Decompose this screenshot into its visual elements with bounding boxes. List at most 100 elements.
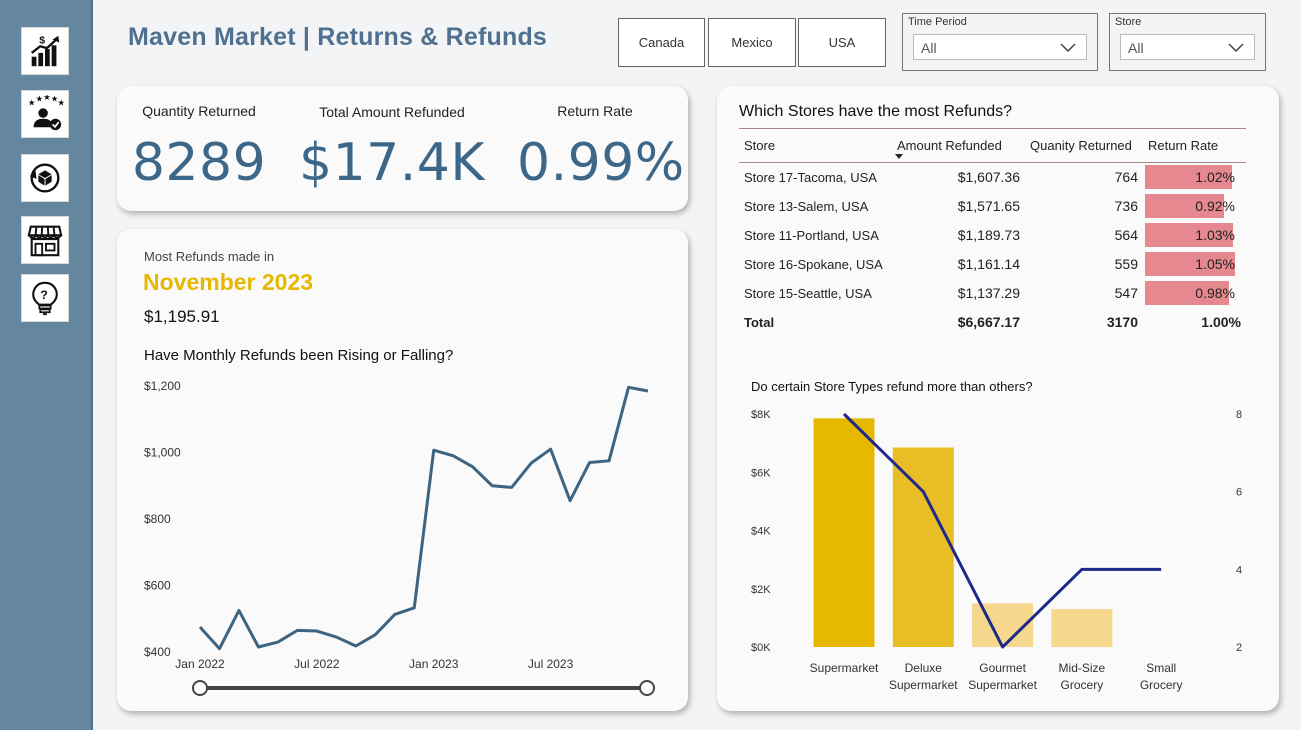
x-tick-label: Grocery bbox=[1140, 678, 1183, 692]
store-dropdown[interactable]: All bbox=[1120, 34, 1255, 60]
stores-card: Which Stores have the most Refunds? Stor… bbox=[717, 86, 1279, 711]
rate-value: 1.03% bbox=[1195, 227, 1235, 243]
chevron-down-icon bbox=[1060, 43, 1076, 53]
kpi-return-rate: Return Rate 0.99% bbox=[517, 103, 685, 193]
kpi-value: 0.99% bbox=[517, 133, 685, 193]
kpi-value: $17.4K bbox=[299, 133, 485, 193]
x-tick-label: Grocery bbox=[1061, 678, 1104, 692]
time-period-slicer: Time Period All bbox=[902, 13, 1098, 71]
table-row[interactable]: Store 11-Portland, USA $1,189.73 564 1.0… bbox=[739, 221, 1246, 250]
kpi-total-refunded: Total Amount Refunded $17.4K bbox=[297, 104, 487, 193]
column-header-label: Amount Refunded bbox=[897, 138, 1002, 153]
cell-rate: 1.03% bbox=[1143, 221, 1246, 250]
rate-bar: 1.05% bbox=[1145, 252, 1235, 276]
x-tick-label: Small bbox=[1146, 661, 1176, 675]
cell-rate: 1.05% bbox=[1143, 250, 1246, 279]
cell-amount: $1,137.29 bbox=[957, 285, 1020, 301]
line-series bbox=[842, 412, 1162, 649]
kpi-quantity-returned: Quantity Returned 8289 bbox=[125, 103, 273, 193]
x-tick-label: Deluxe bbox=[905, 661, 943, 675]
sidebar: $ ★ ★ ★ ★ ★ bbox=[0, 0, 93, 730]
country-button-canada[interactable]: Canada bbox=[618, 18, 705, 67]
y2-tick-label: 6 bbox=[1236, 487, 1242, 499]
cell-qty: 564 bbox=[1114, 227, 1138, 243]
bar bbox=[972, 603, 1034, 647]
y2-tick-label: 2 bbox=[1236, 642, 1242, 654]
time-period-dropdown[interactable]: All bbox=[913, 34, 1087, 60]
rate-value: 0.98% bbox=[1195, 285, 1235, 301]
svg-text:$: $ bbox=[39, 35, 45, 46]
y-tick-label: $6K bbox=[751, 467, 771, 479]
kpi-card: Quantity Returned 8289 Total Amount Refu… bbox=[117, 86, 688, 211]
column-header-amount-refunded[interactable]: Amount Refunded bbox=[892, 128, 1025, 163]
cell-total-qty: 3170 bbox=[1106, 314, 1138, 330]
y-tick-label: $400 bbox=[144, 645, 171, 659]
kpi-label: Total Amount Refunded bbox=[319, 104, 465, 120]
time-period-value: All bbox=[921, 40, 937, 56]
slider-handle-start[interactable] bbox=[192, 680, 208, 696]
monthly-refunds-card: Most Refunds made in November 2023 $1,19… bbox=[117, 229, 688, 711]
y-tick-label: $0K bbox=[751, 642, 771, 654]
nav-customers-button[interactable]: ★ ★ ★ ★ ★ bbox=[21, 90, 69, 138]
country-button-mexico[interactable]: Mexico bbox=[708, 18, 796, 67]
column-header-return-rate[interactable]: Return Rate bbox=[1143, 128, 1246, 163]
cell-total-label: Total bbox=[744, 314, 775, 330]
y2-tick-label: 8 bbox=[1236, 409, 1242, 421]
x-tick-label: Jan 2023 bbox=[409, 657, 459, 671]
cell-rate: 0.98% bbox=[1143, 279, 1246, 308]
cell-qty: 736 bbox=[1114, 198, 1138, 214]
cell-store: Store 15-Seattle, USA bbox=[744, 285, 872, 301]
chevron-down-icon bbox=[1228, 43, 1244, 53]
rate-value: 0.92% bbox=[1195, 198, 1235, 214]
cell-store: Store 17-Tacoma, USA bbox=[744, 169, 877, 185]
cell-amount: $1,607.36 bbox=[957, 169, 1020, 186]
table-row[interactable]: Store 16-Spokane, USA $1,161.14 559 1.05… bbox=[739, 250, 1246, 279]
cell-amount: $1,189.73 bbox=[957, 227, 1020, 243]
column-header-quantity-returned[interactable]: Quanity Returned bbox=[1025, 128, 1143, 163]
x-tick-label: Mid-Size bbox=[1059, 661, 1106, 675]
kpi-label: Quantity Returned bbox=[142, 103, 256, 119]
table-row[interactable]: Store 13-Salem, USA $1,571.65 736 0.92% bbox=[739, 192, 1246, 221]
rate-bar: 1.03% bbox=[1145, 223, 1235, 247]
slider-handle-end[interactable] bbox=[639, 680, 655, 696]
rate-value: 1.02% bbox=[1195, 169, 1235, 186]
store-icon bbox=[27, 225, 63, 257]
cell-amount: $1,161.14 bbox=[957, 256, 1020, 272]
x-tick-label: Gourmet bbox=[979, 661, 1026, 675]
cell-qty: 547 bbox=[1114, 285, 1138, 301]
country-button-usa[interactable]: USA bbox=[798, 18, 886, 67]
cell-total-amount: $6,667.17 bbox=[957, 314, 1020, 330]
cell-store: Store 13-Salem, USA bbox=[744, 198, 869, 214]
line-series bbox=[198, 385, 649, 651]
x-tick-label: Jan 2022 bbox=[175, 657, 225, 671]
svg-text:?: ? bbox=[40, 288, 48, 302]
nav-sales-button[interactable]: $ bbox=[21, 27, 69, 75]
monthly-refunds-line-chart: $400 $600 $800 $1,000 $1,200 Jan 2022 Jul 2022… bbox=[144, 379, 655, 696]
rate-bar: 1.02% bbox=[1145, 165, 1235, 190]
y-tick-label: $4K bbox=[751, 526, 771, 538]
help-icon: ? bbox=[32, 281, 58, 316]
customer-rating-icon: ★ ★ ★ ★ ★ bbox=[28, 95, 64, 131]
column-header-store[interactable]: Store bbox=[739, 128, 892, 163]
bar bbox=[892, 447, 954, 647]
y-tick-label: $2K bbox=[751, 584, 771, 596]
x-tick-label: Jul 2022 bbox=[294, 657, 340, 671]
stores-table-body: Store 17-Tacoma, USA $1,607.36 764 1.02%… bbox=[739, 163, 1246, 337]
bar bbox=[813, 418, 875, 647]
table-header-row: Store Amount Refunded Quanity Returned R… bbox=[739, 128, 1246, 163]
kpi-label: Return Rate bbox=[557, 103, 633, 119]
stores-table: Store Amount Refunded Quanity Returned R… bbox=[739, 128, 1246, 337]
returns-icon bbox=[29, 163, 60, 193]
rate-bar: 0.92% bbox=[1145, 194, 1235, 218]
table-row[interactable]: Store 17-Tacoma, USA $1,607.36 764 1.02% bbox=[739, 163, 1246, 192]
nav-store-button[interactable] bbox=[21, 216, 69, 264]
store-slicer: Store All bbox=[1109, 13, 1266, 71]
cell-qty: 764 bbox=[1114, 169, 1138, 186]
rate-value: 1.05% bbox=[1195, 256, 1235, 272]
store-types-chart-title: Do certain Store Types refund more than … bbox=[751, 379, 1033, 394]
nav-help-button[interactable]: ? bbox=[21, 274, 69, 322]
y-tick-label: $8K bbox=[751, 409, 771, 421]
table-row[interactable]: Store 15-Seattle, USA $1,137.29 547 0.98… bbox=[739, 279, 1246, 308]
cell-rate: 0.92% bbox=[1143, 192, 1246, 221]
nav-returns-button[interactable] bbox=[21, 154, 69, 202]
